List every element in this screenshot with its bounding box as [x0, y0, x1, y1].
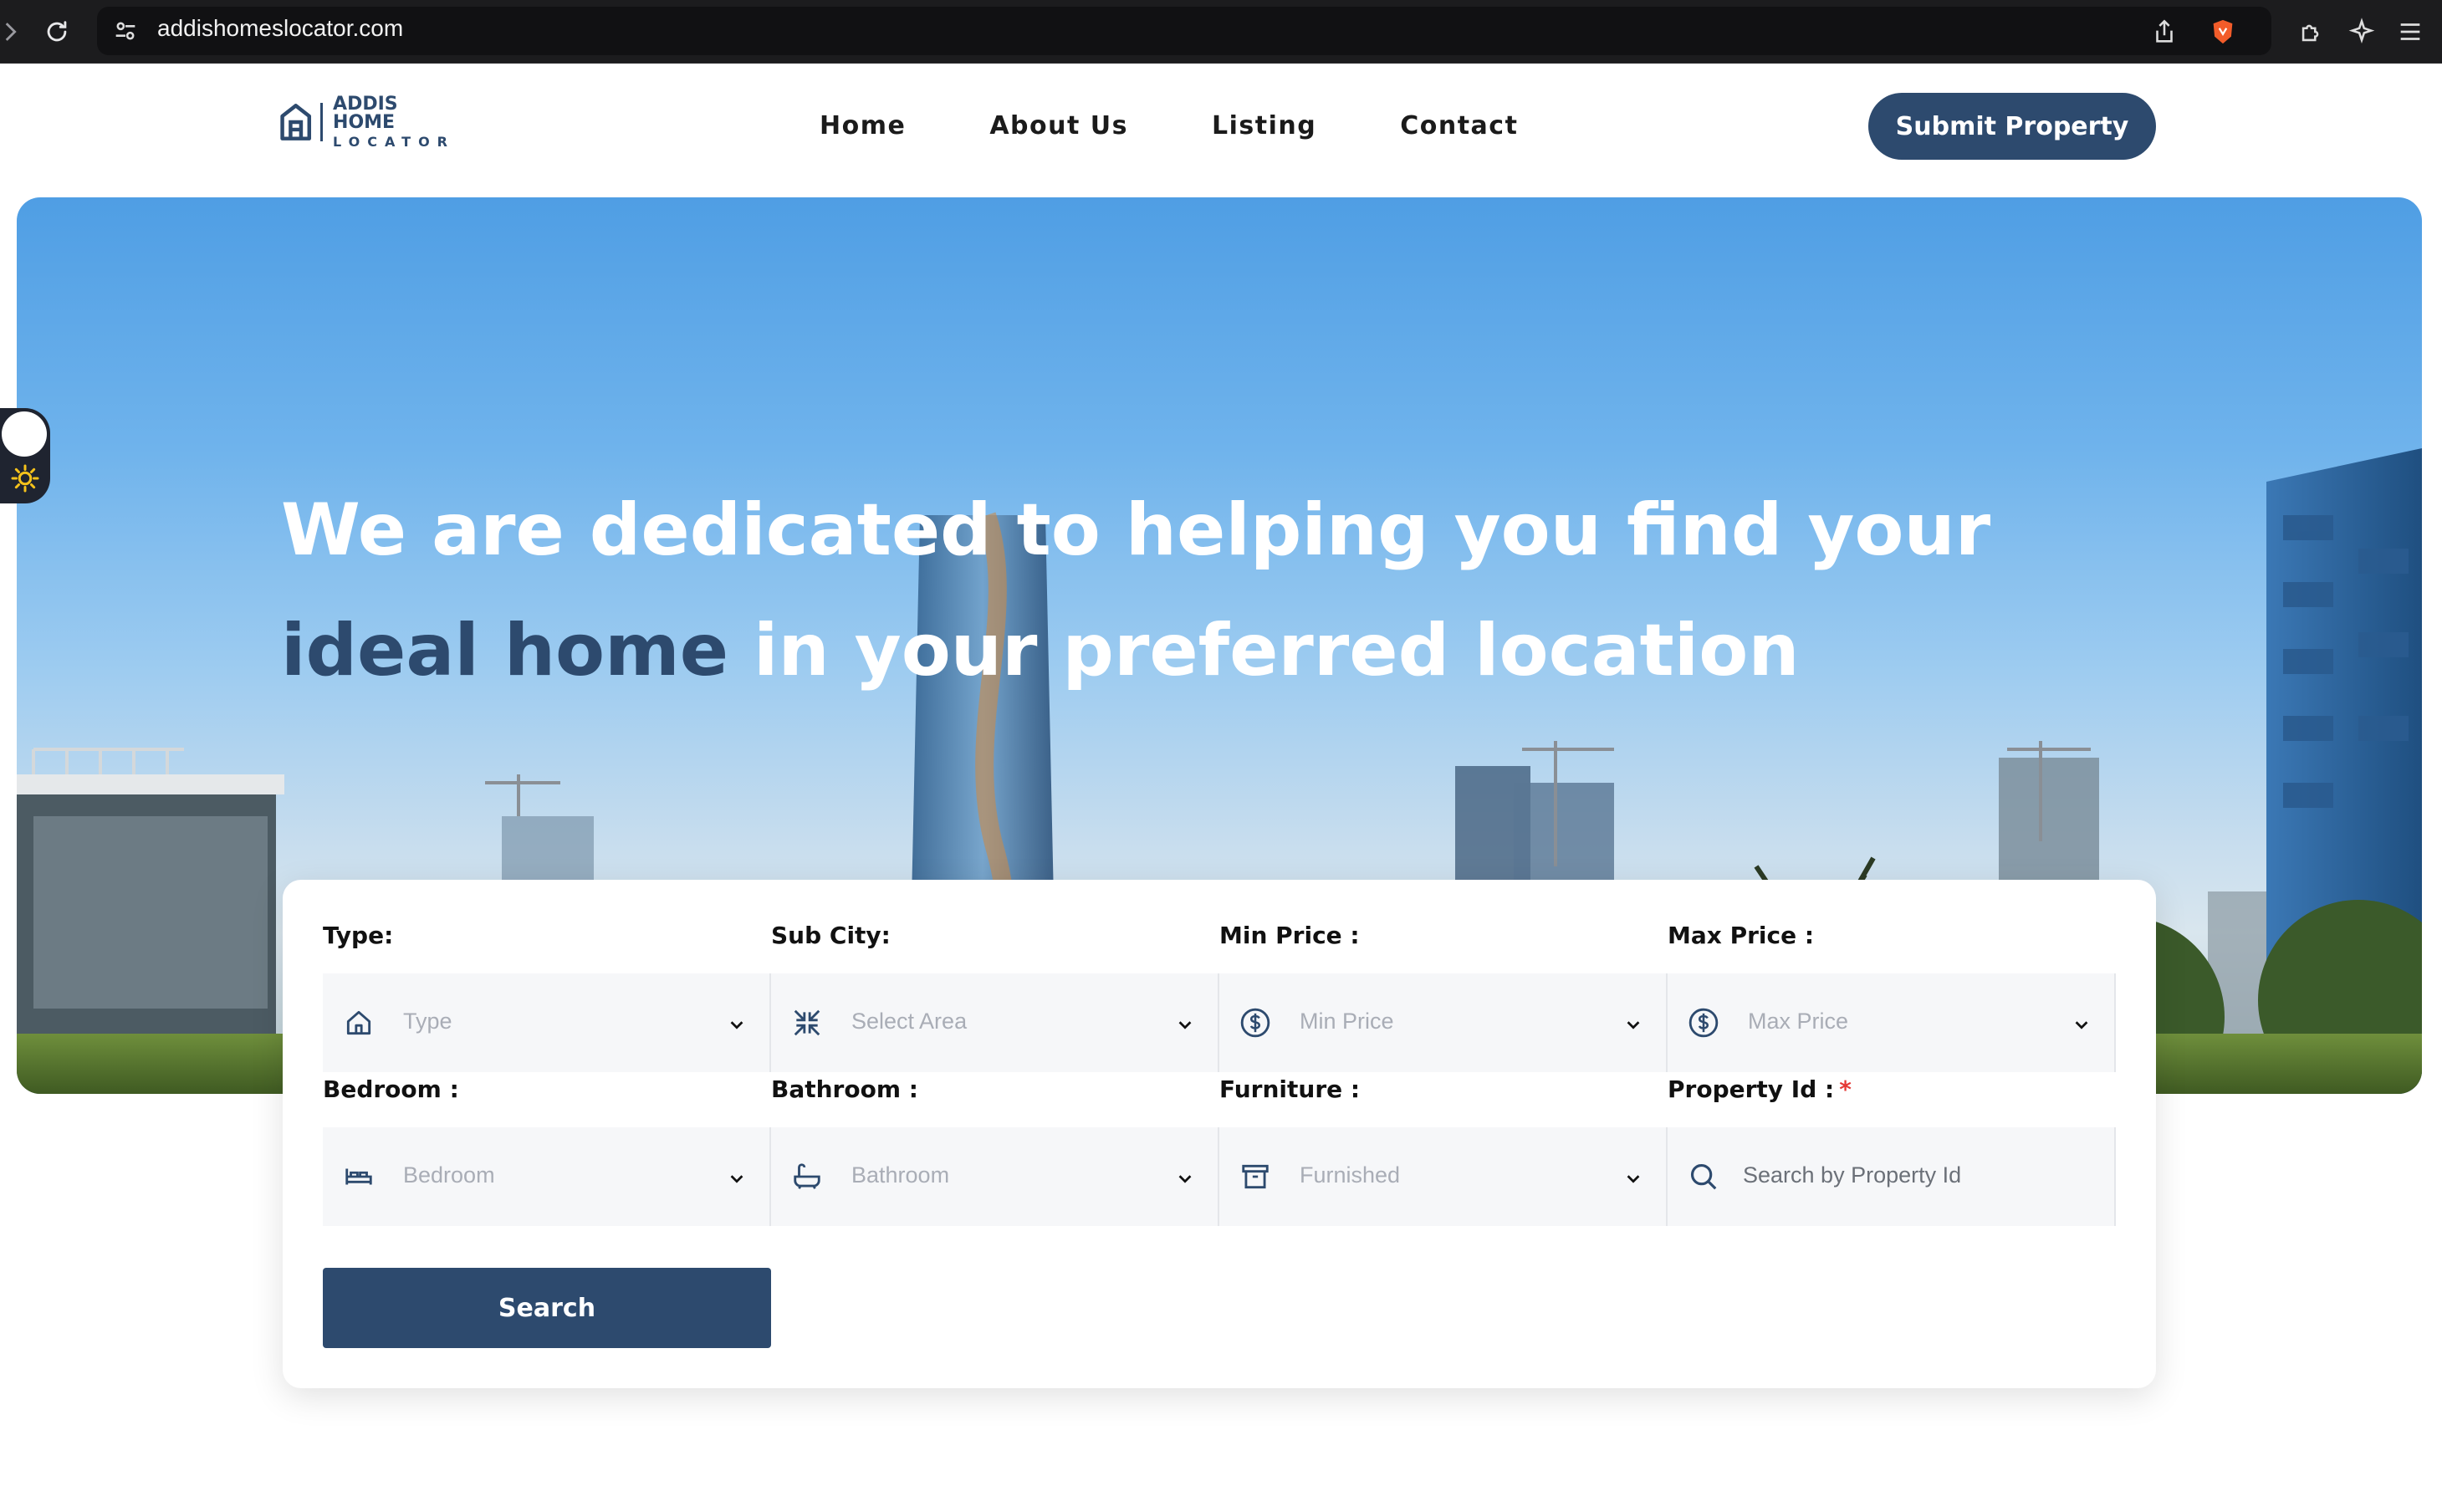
hero-headline-part2: in your preferred location: [728, 609, 1800, 692]
dollar-circle-icon: [1688, 1008, 1719, 1038]
reload-icon[interactable]: [40, 15, 74, 49]
hero-headline: We are dedicated to helping you find you…: [281, 470, 2037, 711]
menu-icon[interactable]: [2393, 15, 2427, 49]
type-label: Type:: [323, 922, 394, 949]
search-button[interactable]: Search: [323, 1268, 771, 1348]
sub-city-placeholder: Select Area: [851, 1009, 968, 1034]
chevron-down-icon: [730, 1175, 743, 1183]
nav-home[interactable]: Home: [820, 111, 906, 140]
property-id-input[interactable]: Search by Property Id: [1668, 1127, 2116, 1226]
hero-headline-part1: We are dedicated to helping you find you…: [281, 488, 1991, 572]
property-id-label: Property Id : *: [1668, 1075, 1852, 1103]
required-asterisk: *: [1839, 1075, 1852, 1103]
type-select[interactable]: Type: [323, 973, 771, 1072]
brave-shield-icon[interactable]: [2206, 15, 2240, 49]
site-logo[interactable]: ADDIS HOME LOCATOR: [279, 95, 455, 149]
share-icon[interactable]: [2148, 15, 2181, 49]
site-header: ADDIS HOME LOCATOR Home About Us Listing…: [0, 64, 2442, 197]
bathroom-placeholder: Bathroom: [851, 1162, 950, 1188]
nav-listing[interactable]: Listing: [1212, 111, 1316, 140]
property-id-label-text: Property Id :: [1668, 1075, 1835, 1103]
search-icon: [1690, 1163, 1717, 1190]
min-price-placeholder: Min Price: [1300, 1009, 1394, 1034]
archive-box-icon: [1242, 1164, 1269, 1189]
submit-property-button[interactable]: Submit Property: [1868, 93, 2156, 160]
bedroom-select[interactable]: Bedroom: [323, 1127, 771, 1226]
max-price-select[interactable]: Max Price: [1668, 973, 2116, 1072]
max-price-placeholder: Max Price: [1748, 1009, 1849, 1034]
property-id-placeholder: Search by Property Id: [1743, 1162, 1962, 1188]
chevron-down-icon: [1178, 1021, 1192, 1029]
dollar-circle-icon: [1240, 1008, 1270, 1038]
bathtub-icon: [794, 1163, 820, 1189]
property-search-form: Type: Sub City: Min Price : Max Price : …: [283, 880, 2156, 1388]
chevron-down-icon: [1627, 1175, 1640, 1183]
url-text[interactable]: addishomeslocator.com: [157, 13, 403, 43]
sun-icon: [11, 464, 39, 493]
main-nav: Home About Us Listing Contact: [820, 104, 1602, 147]
house-logo-icon: [280, 104, 312, 140]
max-price-label: Max Price :: [1668, 922, 1815, 949]
bathroom-select[interactable]: Bathroom: [771, 1127, 1219, 1226]
furniture-label: Furniture :: [1219, 1075, 1361, 1103]
toggle-knob: [2, 411, 47, 457]
home-icon: [346, 1010, 371, 1035]
site-settings-icon[interactable]: [109, 14, 142, 48]
bedroom-label: Bedroom :: [323, 1075, 459, 1103]
type-placeholder: Type: [403, 1009, 452, 1034]
chevron-down-icon: [1178, 1175, 1192, 1183]
theme-toggle[interactable]: [0, 408, 50, 503]
furniture-placeholder: Furnished: [1300, 1162, 1401, 1188]
bed-icon: [345, 1168, 372, 1185]
min-price-select[interactable]: Min Price: [1219, 973, 1668, 1072]
browser-toolbar: addishomeslocator.com: [0, 0, 2442, 64]
bedroom-placeholder: Bedroom: [403, 1162, 495, 1188]
chevron-down-icon: [1627, 1021, 1640, 1029]
chevron-down-icon: [730, 1021, 743, 1029]
leo-ai-icon[interactable]: [2345, 15, 2378, 49]
nav-contact[interactable]: Contact: [1400, 111, 1518, 140]
chevron-down-icon: [2075, 1021, 2088, 1029]
bathroom-label: Bathroom :: [771, 1075, 918, 1103]
furniture-select[interactable]: Furnished: [1219, 1127, 1668, 1226]
address-bar[interactable]: [97, 7, 2271, 55]
forward-icon[interactable]: [0, 15, 27, 49]
sub-city-label: Sub City:: [771, 922, 891, 949]
sub-city-select[interactable]: Select Area: [771, 973, 1219, 1072]
logo-line1: ADDIS HOME: [333, 94, 398, 133]
compress-arrows-icon: [794, 1009, 820, 1036]
logo-divider: [320, 103, 324, 141]
logo-line2: LOCATOR: [333, 134, 455, 150]
nav-about-us[interactable]: About Us: [989, 111, 1128, 140]
extensions-icon[interactable]: [2295, 15, 2328, 49]
hero-headline-accent: ideal home: [281, 609, 729, 692]
min-price-label: Min Price :: [1219, 922, 1360, 949]
logo-wordmark: ADDIS HOME LOCATOR: [333, 95, 455, 149]
